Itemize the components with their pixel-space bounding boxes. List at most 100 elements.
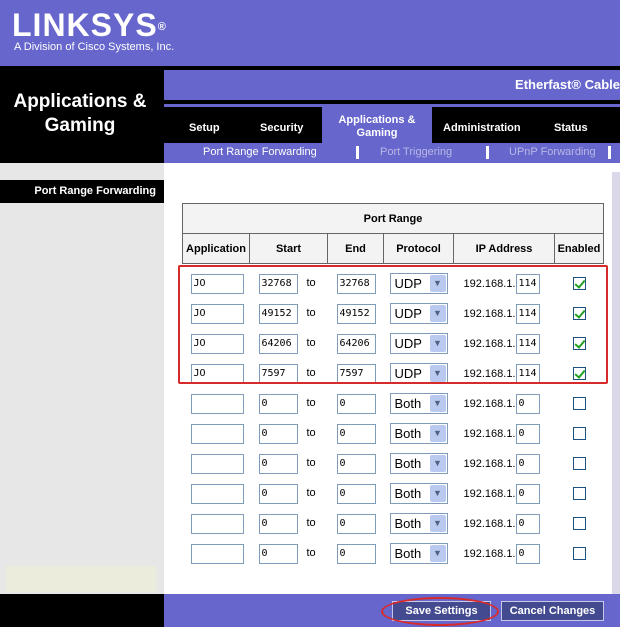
checkbox-icon[interactable] [572, 517, 586, 530]
start-port-input[interactable] [258, 513, 298, 534]
start-port-input[interactable] [258, 453, 298, 474]
dropdown-arrow-icon: ▼ [429, 485, 446, 502]
tab-security[interactable]: Security [260, 122, 303, 134]
subtab-port-range-forwarding[interactable]: Port Range Forwarding [203, 146, 317, 158]
col-enabled: Enabled [554, 233, 604, 264]
save-highlight-annotation [381, 597, 499, 626]
table-row: to Both ▼ 192.168.1. [183, 449, 604, 479]
ip-last-octet-input[interactable] [515, 483, 540, 504]
ip-prefix: 192.168.1. [463, 397, 516, 410]
ip-prefix: 192.168.1. [463, 487, 516, 500]
tab-applications-gaming[interactable]: Applications & Gaming [322, 107, 432, 143]
subtab-port-triggering[interactable]: Port Triggering [380, 146, 452, 158]
checkbox-icon[interactable] [572, 397, 586, 410]
protocol-value: Both [394, 426, 422, 441]
ip-last-octet-input[interactable] [515, 453, 540, 474]
application-name-input[interactable] [190, 423, 244, 444]
protocol-select[interactable]: Both ▼ [389, 513, 448, 534]
ip-last-octet-input[interactable] [515, 393, 540, 414]
port-range-table: Port Range Application Start End Protoco… [182, 203, 604, 569]
dropdown-arrow-icon: ▼ [429, 425, 446, 442]
brand-tagline: A Division of Cisco Systems, Inc. [14, 41, 175, 53]
application-name-input[interactable] [190, 483, 244, 504]
cancel-changes-button[interactable]: Cancel Changes [501, 601, 604, 621]
end-port-input[interactable] [336, 423, 376, 444]
protocol-value: Both [394, 546, 422, 561]
table-row: to Both ▼ 192.168.1. [183, 539, 604, 569]
table-row: to Both ▼ 192.168.1. [183, 419, 604, 449]
protocol-value: Both [394, 396, 422, 411]
content-right-border [612, 172, 620, 594]
table-row: to Both ▼ 192.168.1. [183, 509, 604, 539]
col-end: End [327, 233, 384, 264]
application-name-input[interactable] [190, 393, 244, 414]
dropdown-arrow-icon: ▼ [429, 545, 446, 562]
protocol-select[interactable]: Both ▼ [389, 453, 448, 474]
subtab-bar: Port Range Forwarding Port Triggering UP… [164, 143, 620, 163]
to-label: to [306, 397, 316, 410]
end-port-input[interactable] [336, 483, 376, 504]
end-port-input[interactable] [336, 543, 376, 564]
to-label: to [306, 547, 316, 560]
sidebar-label: Port Range Forwarding [0, 180, 164, 203]
subtab-separator [608, 146, 611, 159]
col-protocol: Protocol [383, 233, 454, 264]
footer-left [0, 594, 164, 627]
end-port-input[interactable] [336, 513, 376, 534]
highlight-annotation [178, 265, 608, 384]
checkbox-icon[interactable] [572, 547, 586, 560]
table-row: to Both ▼ 192.168.1. [183, 479, 604, 509]
tab-applications-gaming-label: Applications & Gaming [338, 114, 416, 139]
ip-last-octet-input[interactable] [515, 543, 540, 564]
protocol-select[interactable]: Both ▼ [389, 483, 448, 504]
protocol-select[interactable]: Both ▼ [389, 423, 448, 444]
dropdown-arrow-icon: ▼ [429, 515, 446, 532]
to-label: to [306, 427, 316, 440]
protocol-select[interactable]: Both ▼ [389, 543, 448, 564]
tab-administration[interactable]: Administration [443, 122, 521, 134]
sidebar-footer [6, 566, 156, 592]
tab-setup[interactable]: Setup [189, 122, 220, 134]
brand-bar: LINKSYS® A Division of Cisco Systems, In… [0, 0, 620, 66]
ip-prefix: 192.168.1. [463, 457, 516, 470]
col-application: Application [182, 233, 250, 264]
sidebar [0, 163, 164, 594]
application-name-input[interactable] [190, 513, 244, 534]
col-start: Start [249, 233, 328, 264]
start-port-input[interactable] [258, 393, 298, 414]
application-name-input[interactable] [190, 543, 244, 564]
ip-prefix: 192.168.1. [463, 547, 516, 560]
checkbox-icon[interactable] [572, 457, 586, 470]
start-port-input[interactable] [258, 423, 298, 444]
port-range-group-header: Port Range [182, 203, 604, 234]
end-port-input[interactable] [336, 453, 376, 474]
protocol-value: Both [394, 516, 422, 531]
ip-prefix: 192.168.1. [463, 427, 516, 440]
table-row: to Both ▼ 192.168.1. [183, 389, 604, 419]
ip-last-octet-input[interactable] [515, 513, 540, 534]
end-port-input[interactable] [336, 393, 376, 414]
dropdown-arrow-icon: ▼ [429, 455, 446, 472]
subtab-separator [486, 146, 489, 159]
protocol-value: Both [394, 456, 422, 471]
product-name: Etherfast® Cable [515, 77, 620, 92]
linksys-logo: LINKSYS® [12, 7, 167, 43]
col-ip-address: IP Address [453, 233, 555, 264]
ip-last-octet-input[interactable] [515, 423, 540, 444]
section-title: Applications & Gaming [13, 91, 147, 136]
dropdown-arrow-icon: ▼ [429, 395, 446, 412]
product-bar: Etherfast® Cable [164, 70, 620, 100]
to-label: to [306, 457, 316, 470]
to-label: to [306, 487, 316, 500]
to-label: to [306, 517, 316, 530]
tab-status[interactable]: Status [554, 122, 588, 134]
ip-prefix: 192.168.1. [463, 517, 516, 530]
start-port-input[interactable] [258, 543, 298, 564]
checkbox-icon[interactable] [572, 427, 586, 440]
protocol-select[interactable]: Both ▼ [389, 393, 448, 414]
subtab-upnp-forwarding[interactable]: UPnP Forwarding [509, 146, 596, 158]
start-port-input[interactable] [258, 483, 298, 504]
subtab-separator [356, 146, 359, 159]
application-name-input[interactable] [190, 453, 244, 474]
checkbox-icon[interactable] [572, 487, 586, 500]
